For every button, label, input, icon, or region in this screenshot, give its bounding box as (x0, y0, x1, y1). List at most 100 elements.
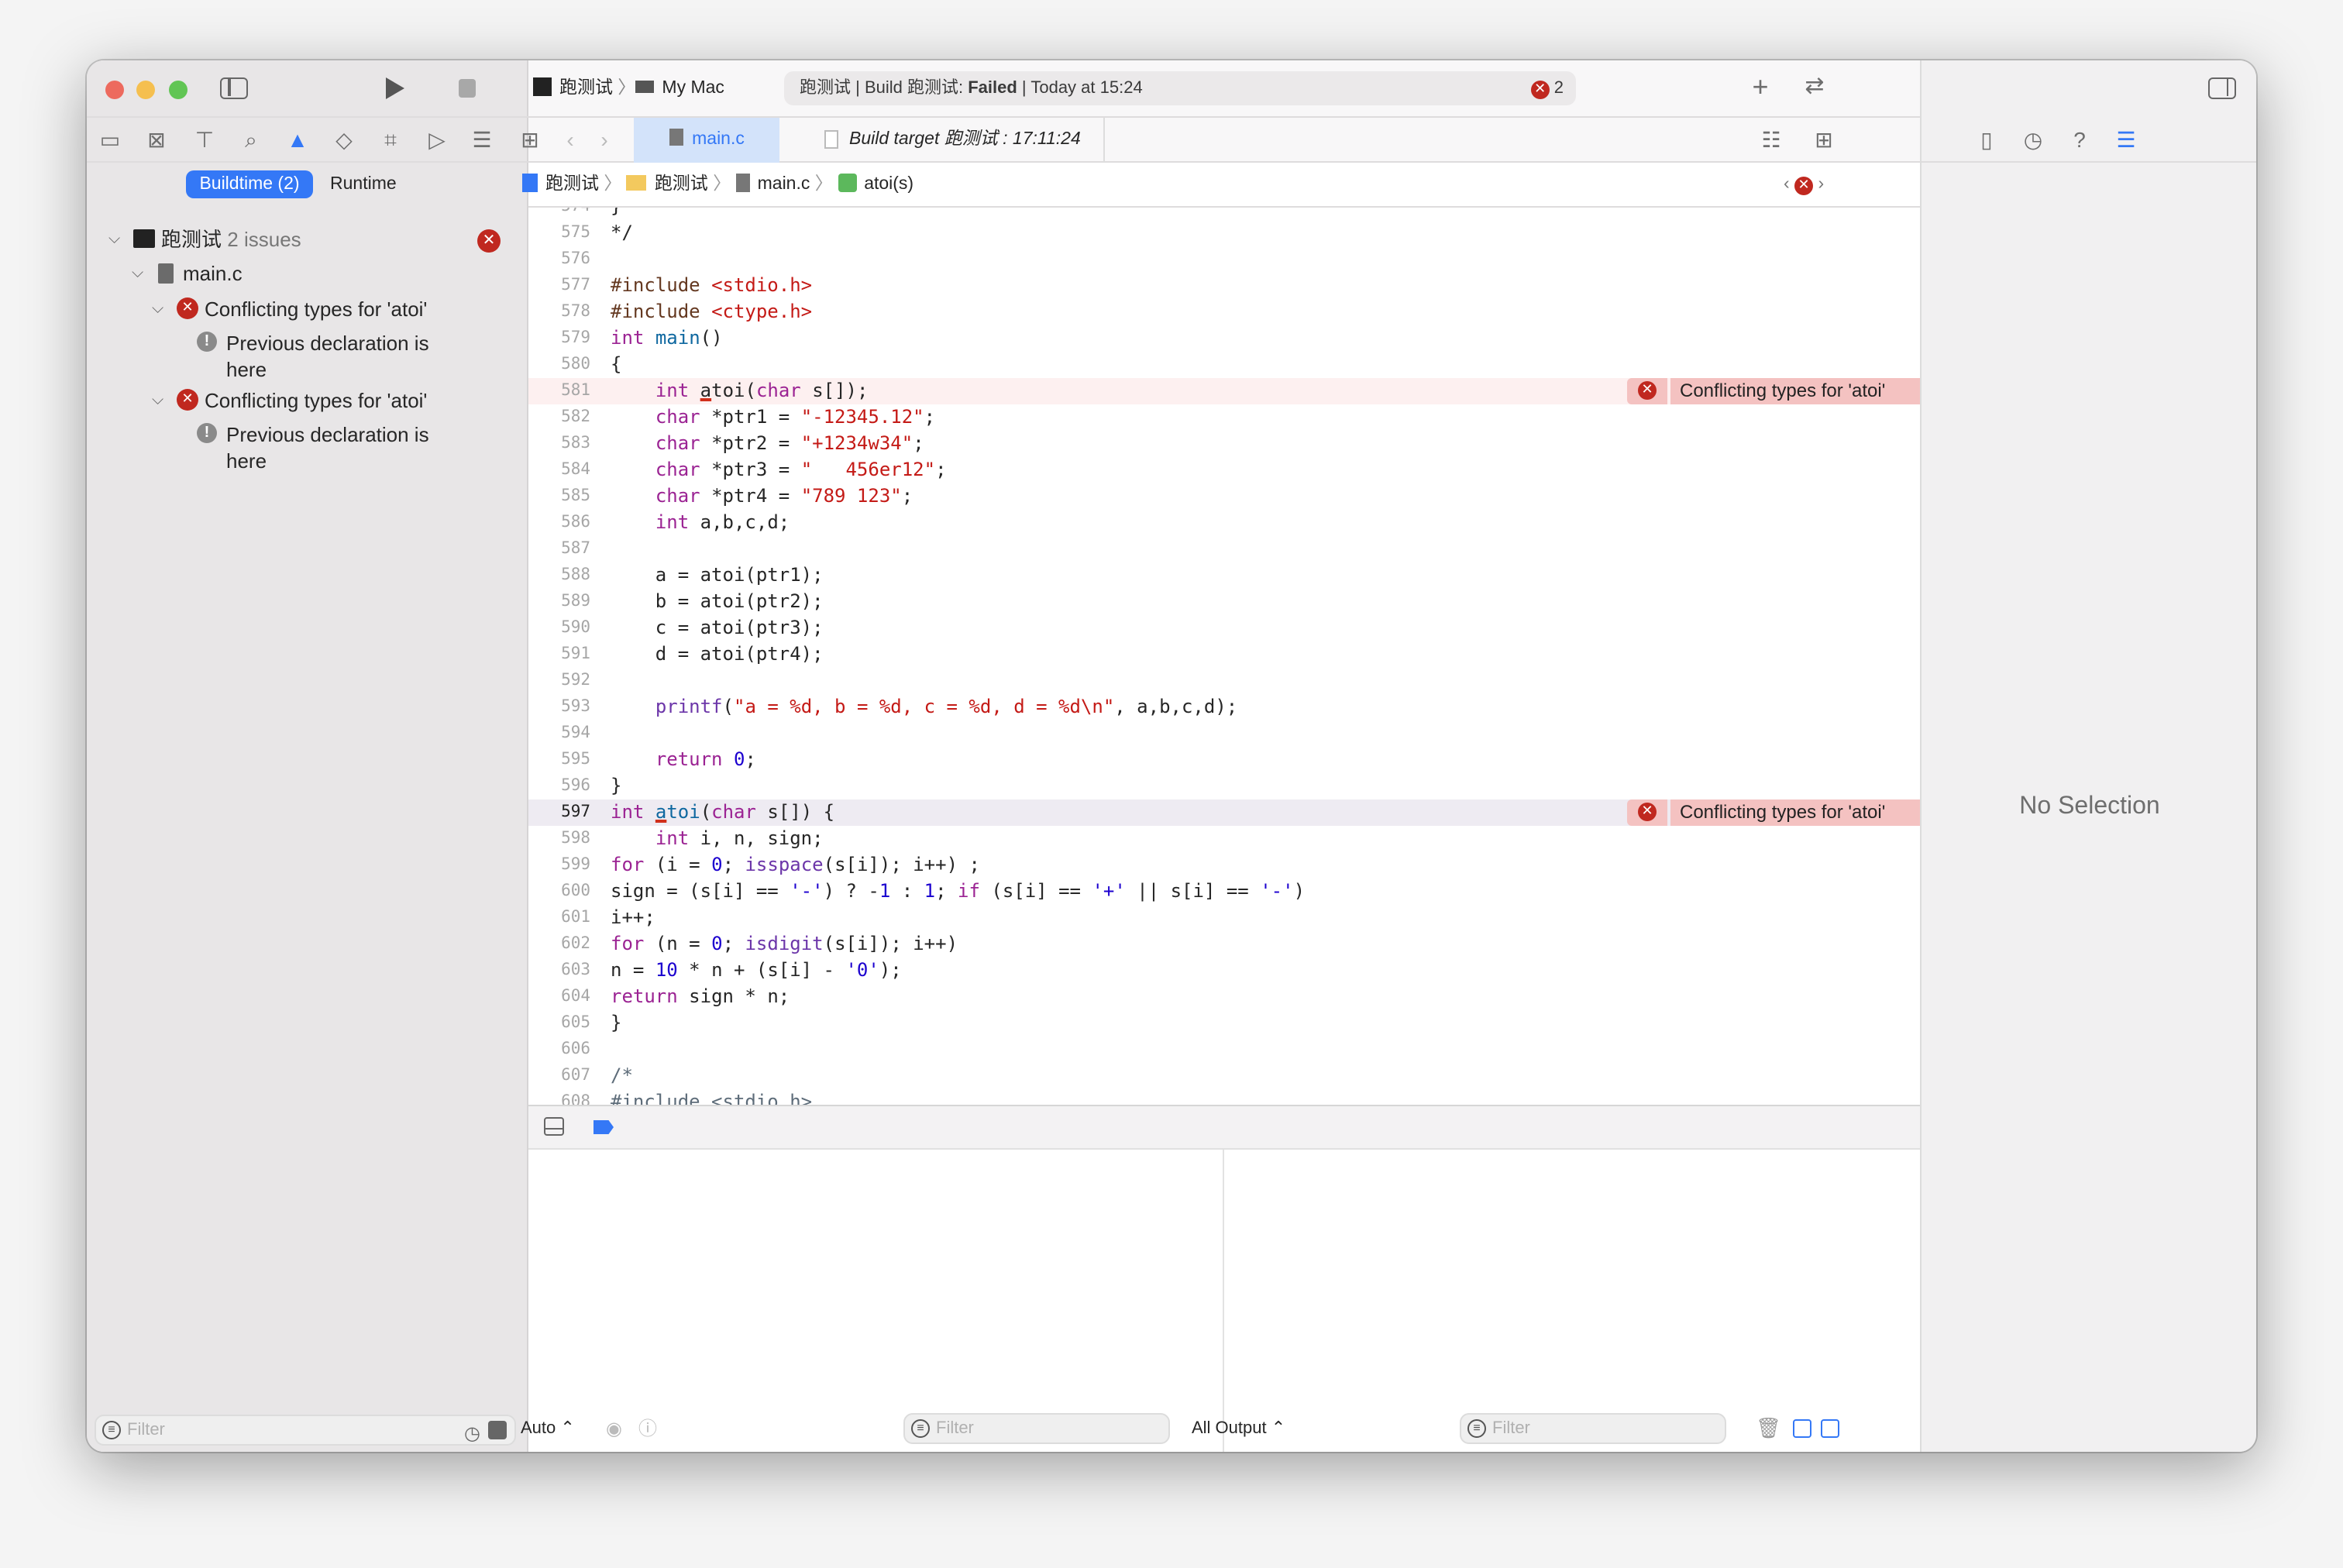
line-number[interactable]: 581 (528, 377, 590, 404)
file-inspector-icon[interactable]: ▯ (1973, 127, 2001, 152)
zoom-button[interactable] (169, 81, 188, 99)
trash-icon[interactable]: 🗑 (1756, 1405, 1781, 1452)
line-number[interactable]: 601 (528, 904, 590, 930)
code-line[interactable]: 603 n = 10 * n + (s[i] - '0'); (528, 957, 1920, 983)
line-number[interactable]: 584 (528, 456, 590, 483)
history-clock-icon[interactable]: ◷ (2019, 127, 2047, 152)
code-line[interactable]: 597 int atoi(char s[]) {✕ Conflicting type… (528, 799, 1920, 825)
breadcrumb-item[interactable]: 跑测试 (655, 175, 708, 194)
navigator-filter-input[interactable]: ≡ Filter ◷ (95, 1415, 516, 1446)
inspector-toggle-icon[interactable] (2208, 77, 2236, 99)
issue-note[interactable]: Previous declaration is here (226, 330, 429, 383)
code-line[interactable]: 578 #include <ctype.h> (528, 298, 1920, 325)
code-line[interactable]: 596} (528, 772, 1920, 799)
code-line[interactable]: 608 #include <stdio.h> (528, 1088, 1920, 1105)
code-line[interactable]: 592 (528, 667, 1920, 693)
line-number[interactable]: 603 (528, 957, 590, 983)
output-mode-select[interactable]: All Output ⌃ (1192, 1405, 1285, 1452)
add-editor-icon[interactable]: ⊞ (1810, 127, 1838, 152)
code-line[interactable]: 599 for (i = 0; isspace(s[i]); i++) ; (528, 851, 1920, 878)
help-icon[interactable]: ? (2066, 127, 2094, 152)
breakpoints-toggle-icon[interactable] (593, 1120, 614, 1134)
hierarchy-icon[interactable]: ⊤ (191, 127, 218, 152)
code-line[interactable]: 582 char *ptr1 = "-12345.12"; (528, 404, 1920, 430)
tab-build-log[interactable]: Build target 跑测试 : 17:11:24 (818, 118, 1105, 163)
minimize-button[interactable] (136, 81, 155, 99)
line-number[interactable]: 607 (528, 1062, 590, 1088)
variables-mode-select[interactable]: Auto ⌃ (521, 1405, 575, 1452)
scheme-selector[interactable]: 跑测试 〉 My Mac (533, 76, 724, 101)
code-line[interactable]: 579 int main() (528, 325, 1920, 351)
line-number[interactable]: 582 (528, 404, 590, 430)
issue-file[interactable]: main.c (183, 260, 243, 287)
line-number[interactable]: 577 (528, 272, 590, 298)
hide-debug-area-icon[interactable] (544, 1117, 564, 1136)
activity-status[interactable]: 跑测试 | Build 跑测试: Failed | Today at 15:24… (784, 71, 1576, 105)
line-number[interactable]: 580 (528, 351, 590, 377)
code-line[interactable]: 580 { (528, 351, 1920, 377)
line-number[interactable]: 574 (528, 208, 590, 219)
code-line[interactable]: 588 a = atoi(ptr1); (528, 562, 1920, 588)
issue-note[interactable]: Previous declaration is here (226, 421, 429, 474)
line-number[interactable]: 579 (528, 325, 590, 351)
console-filter-input[interactable]: ≡ Filter (1460, 1413, 1726, 1444)
segment-runtime[interactable]: Runtime (330, 170, 397, 198)
show-variables-icon[interactable] (1793, 1419, 1811, 1438)
add-icon[interactable]: + (1746, 73, 1774, 101)
error-icon[interactable]: ✕ (1794, 177, 1814, 195)
code-line[interactable]: 598 int i, n, sign; (528, 825, 1920, 851)
line-number[interactable]: 583 (528, 430, 590, 456)
line-number[interactable]: 608 (528, 1088, 590, 1105)
report-icon[interactable]: ☰ (468, 127, 496, 152)
eye-icon[interactable]: ◉ (606, 1405, 622, 1452)
issue-root[interactable]: 跑测试 2 issues (161, 226, 301, 253)
segment-buildtime[interactable]: Buildtime (2) (186, 170, 313, 198)
line-number[interactable]: 602 (528, 930, 590, 957)
code-line[interactable]: 602 for (n = 0; isdigit(s[i]); i++) (528, 930, 1920, 957)
issue-item[interactable]: Conflicting types for 'atoi' (205, 387, 427, 414)
line-number[interactable]: 604 (528, 983, 590, 1009)
code-line[interactable]: 587 (528, 535, 1920, 562)
code-line[interactable]: 575 */ (528, 219, 1920, 246)
code-line[interactable]: 584 char *ptr3 = " 456er12"; (528, 456, 1920, 483)
code-line[interactable]: 574} (528, 208, 1920, 219)
line-number[interactable]: 591 (528, 641, 590, 667)
chevron-down-icon[interactable]: ⌵ (152, 387, 163, 414)
breakpoint-icon[interactable]: ▷ (423, 127, 451, 152)
attributes-sliders-icon[interactable]: ☰ (2112, 127, 2140, 152)
code-line[interactable]: 595 return 0; (528, 746, 1920, 772)
line-number[interactable]: 598 (528, 825, 590, 851)
search-icon[interactable]: ⌕ (237, 127, 265, 152)
forward-chevron-icon[interactable]: › (590, 127, 618, 152)
sidebar-toggle-icon[interactable] (220, 77, 248, 99)
breadcrumb-item[interactable]: atoi(s) (864, 175, 913, 194)
source-control-icon[interactable]: ⊠ (143, 127, 170, 152)
grid-icon[interactable]: ⊞ (516, 127, 544, 152)
minimap-icon[interactable]: ☷ (1757, 127, 1785, 152)
folder-icon[interactable]: ▭ (96, 127, 124, 152)
code-line[interactable]: 604 return sign * n; (528, 983, 1920, 1009)
issues-only-icon[interactable] (488, 1421, 507, 1439)
debug-spray-icon[interactable]: ⌗ (377, 127, 404, 152)
error-count-badge[interactable]: 2 (1554, 79, 1564, 98)
line-number[interactable]: 586 (528, 509, 590, 535)
code-line[interactable]: 600 sign = (s[i] == '-') ? -1 : 1; if (s[… (528, 878, 1920, 904)
next-issue-icon[interactable]: › (1818, 175, 1825, 194)
code-line[interactable]: 601 i++; (528, 904, 1920, 930)
breadcrumb-item[interactable]: main.c (758, 175, 810, 194)
error-annotation[interactable]: ✕ Conflicting types for 'atoi' (1627, 377, 1920, 404)
run-icon[interactable] (386, 77, 404, 99)
line-number[interactable]: 592 (528, 667, 590, 693)
code-line[interactable]: 581 int atoi(char s[]); ✕ Conflicting type… (528, 377, 1920, 404)
code-editor[interactable]: 574}575*/576577#include <stdio.h>578#inc… (528, 208, 1920, 1105)
code-line[interactable]: 605} (528, 1009, 1920, 1036)
back-chevron-icon[interactable]: ‹ (556, 127, 584, 152)
chevron-down-icon[interactable]: ⌵ (152, 296, 163, 322)
line-number[interactable]: 599 (528, 851, 590, 878)
code-line[interactable]: 577 #include <stdio.h> (528, 272, 1920, 298)
line-number[interactable]: 589 (528, 588, 590, 614)
line-number[interactable]: 578 (528, 298, 590, 325)
line-number[interactable]: 595 (528, 746, 590, 772)
line-number[interactable]: 597 (528, 799, 590, 825)
code-line[interactable]: 606 (528, 1036, 1920, 1062)
